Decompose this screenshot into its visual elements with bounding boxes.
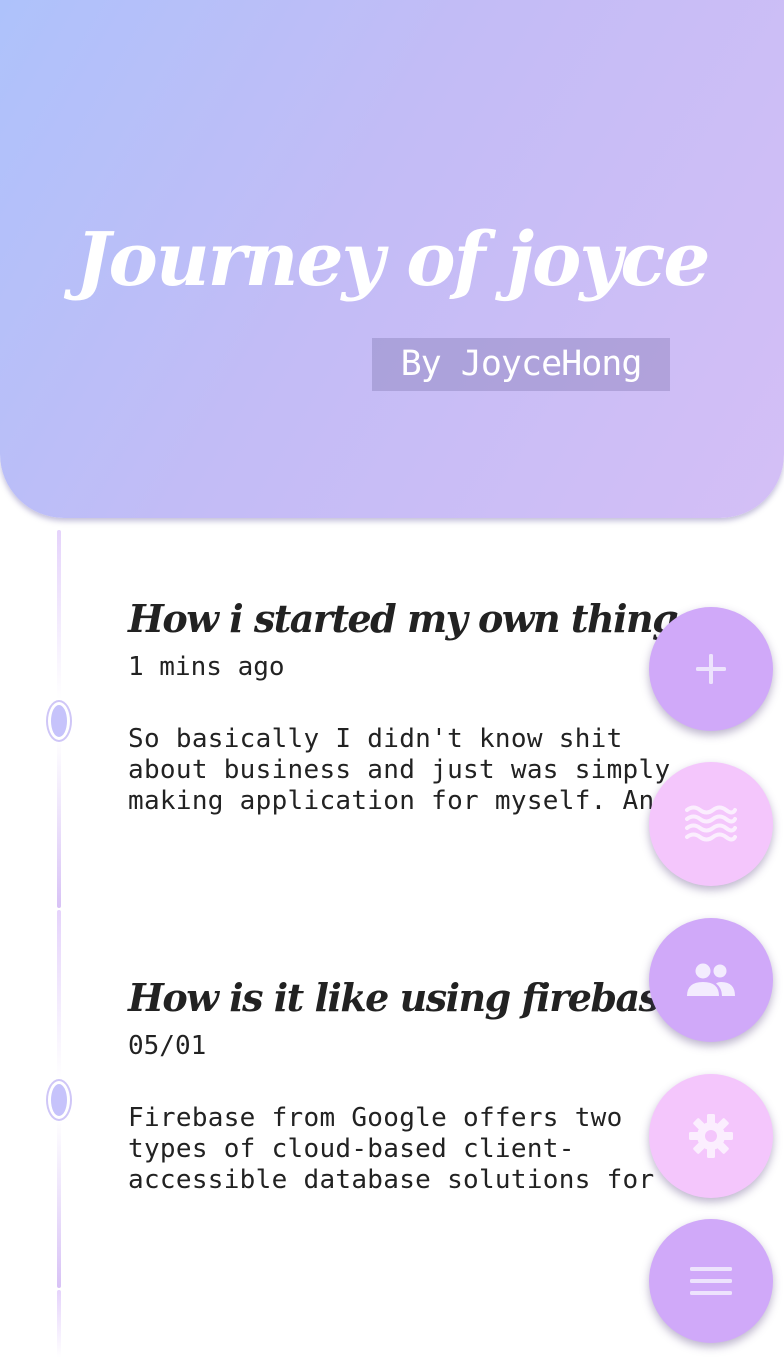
timeline-dot: [48, 702, 70, 740]
settings-button[interactable]: [649, 1074, 773, 1198]
people-icon: [687, 963, 735, 996]
timeline-line: [57, 1290, 61, 1358]
waves-icon: [685, 805, 737, 842]
people-button[interactable]: [649, 918, 773, 1042]
post-timestamp: 1 mins ago: [128, 652, 285, 682]
blog-title: Journey of joyce: [75, 217, 710, 303]
blog-header: Journey of joyce By JoyceHong: [0, 0, 784, 518]
post-excerpt: So basically I didn't know shit about bu…: [128, 724, 671, 820]
menu-icon: [690, 1267, 732, 1295]
post-title[interactable]: How is it like using firebase?: [128, 975, 728, 1021]
post-card[interactable]: How is it like using firebase? 05/01 Fir…: [128, 975, 728, 1199]
post-timestamp: 05/01: [128, 1031, 207, 1061]
post-excerpt: Firebase from Google offers two types of…: [128, 1103, 655, 1199]
plus-icon: [696, 654, 726, 684]
post-card[interactable]: How i started my own thing 1 mins ago So…: [128, 596, 728, 820]
add-post-button[interactable]: [649, 607, 773, 731]
waves-button[interactable]: [649, 762, 773, 886]
menu-button[interactable]: [649, 1219, 773, 1343]
gear-icon: [689, 1114, 733, 1158]
timeline-dot: [48, 1081, 70, 1119]
post-title[interactable]: How i started my own thing: [128, 596, 728, 642]
author-byline: By JoyceHong: [372, 338, 670, 391]
